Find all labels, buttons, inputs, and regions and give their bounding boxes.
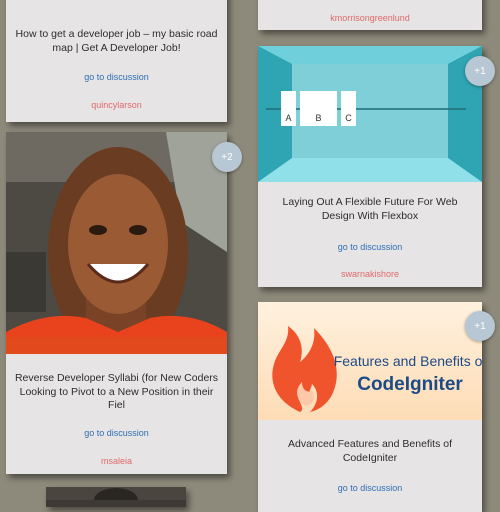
post-title[interactable]: Laying Out A Flexible Future For Web Des… [266,196,474,223]
flex-item-label: C [345,113,352,123]
post-title[interactable]: How to get a developer job – my basic ro… [14,28,219,55]
post-card[interactable]: kmorrisongreenlund [258,0,482,30]
profile-photo [6,132,227,354]
post-card[interactable]: Features and Benefits of CodeIgniter Adv… [258,302,482,512]
logo-caption-line2: CodeIgniter [357,374,463,395]
codeigniter-logo: Features and Benefits of CodeIgniter [272,326,482,412]
author-link[interactable]: quincylarson [6,100,227,110]
discussion-link[interactable]: go to discussion [258,483,482,493]
flex-item-label: A [285,113,291,123]
author-link[interactable]: kmorrisongreenlund [258,13,482,23]
post-card[interactable]: A B C Laying Out A Flexible Future For W… [258,46,482,287]
post-card[interactable]: How to get a developer job – my basic ro… [6,0,227,122]
post-image[interactable]: Features and Benefits of CodeIgniter [258,302,482,420]
post-image[interactable] [6,132,227,354]
vote-badge[interactable]: +1 [465,311,495,341]
flexbox-illustration: A B C [258,46,482,182]
post-card[interactable]: Reverse Developer Syllabi (for New Coder… [6,132,227,474]
discussion-link[interactable]: go to discussion [258,242,482,252]
post-card[interactable] [46,487,186,507]
post-image[interactable] [46,487,186,507]
author-link[interactable]: msaleia [6,456,227,466]
flex-item-label: B [315,113,321,123]
vote-badge[interactable]: +1 [465,56,495,86]
author-link[interactable]: swarnakishore [258,269,482,279]
discussion-link[interactable]: go to discussion [6,428,227,438]
logo-caption-line1: Features and Benefits of [334,353,482,369]
vote-badge[interactable]: +2 [212,142,242,172]
post-image[interactable]: A B C [258,46,482,182]
post-title[interactable]: Advanced Features and Benefits of CodeIg… [266,438,474,465]
post-title[interactable]: Reverse Developer Syllabi (for New Coder… [14,372,219,413]
discussion-link[interactable]: go to discussion [6,72,227,82]
